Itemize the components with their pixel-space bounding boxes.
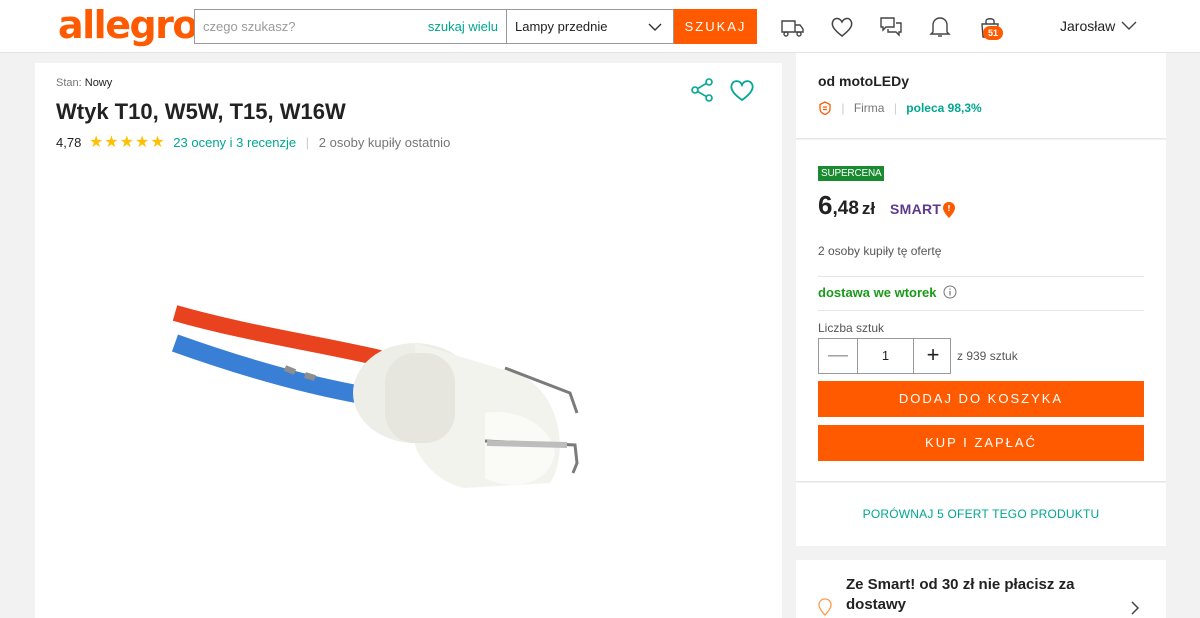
condition: Stan: Nowy: [56, 77, 112, 89]
chevron-down-icon[interactable]: [1120, 16, 1138, 34]
super-seller-icon: [819, 101, 831, 115]
quantity-decrease-button[interactable]: —: [819, 339, 857, 373]
bought-recently: 2 osoby kupiły ostatnio: [318, 135, 451, 150]
category-select-value: Lampy przednie: [515, 19, 608, 34]
supercena-badge: SUPERCENA: [818, 166, 885, 181]
smart-icon: !: [943, 202, 955, 218]
condition-label: Stan:: [56, 77, 82, 89]
chevron-right-icon[interactable]: [1128, 600, 1142, 616]
share-icon[interactable]: [689, 77, 715, 103]
delivery-text: dostawa we wtorek: [818, 285, 937, 300]
rating-row: 4,78 ★★★★★ 23 oceny i 3 recenzje | 2 oso…: [56, 132, 450, 152]
seller-name[interactable]: od motoLEDy: [818, 73, 909, 89]
svg-text:!: !: [947, 204, 951, 213]
search-button[interactable]: SZUKAJ: [674, 9, 757, 44]
add-to-cart-button[interactable]: DODAJ DO KOSZYKA: [818, 381, 1144, 417]
buy-now-button[interactable]: KUP I ZAPŁAĆ: [818, 425, 1144, 461]
separator: |: [893, 101, 897, 115]
quantity-available: z 939 sztuk: [957, 349, 1018, 363]
category-select[interactable]: Lampy przednie: [506, 9, 674, 44]
heart-icon[interactable]: [829, 14, 855, 40]
favorite-icon[interactable]: [728, 77, 756, 103]
chat-icon[interactable]: [878, 14, 904, 40]
bell-icon[interactable]: [927, 14, 953, 40]
quantity-increase-button[interactable]: +: [914, 339, 952, 373]
product-image[interactable]: [165, 193, 645, 613]
offer-panel: SUPERCENA 6,48 zł SMART ! 2 osoby kupiły …: [796, 140, 1166, 482]
price-integer: 6: [818, 190, 833, 220]
price-decimal: ,48: [832, 198, 859, 219]
search-many-link[interactable]: szukaj wielu: [428, 19, 498, 34]
condition-value: Nowy: [84, 77, 113, 89]
info-icon[interactable]: [943, 285, 957, 299]
smart-label: SMART: [890, 201, 942, 217]
rating-value: 4,78: [56, 135, 82, 150]
search-box[interactable]: szukaj wielu: [194, 9, 506, 44]
smart-icon: [818, 598, 832, 616]
user-menu[interactable]: Jarosław: [1060, 18, 1115, 34]
reviews-link[interactable]: 23 oceny i 3 recenzje: [173, 135, 296, 150]
smart-promo-text: Ze Smart! od 30 zł nie płacisz za dostaw…: [846, 576, 1075, 613]
search-input[interactable]: [195, 10, 420, 43]
truck-icon[interactable]: [779, 14, 805, 40]
price-currency: zł: [861, 199, 876, 218]
quantity-label: Liczba sztuk: [818, 321, 885, 335]
divider: [818, 310, 1144, 311]
seller-recommend[interactable]: poleca 98,3%: [906, 101, 981, 115]
seller-meta: | Firma | poleca 98,3%: [818, 101, 982, 115]
cart-count-badge: 51: [983, 26, 1003, 40]
divider: [818, 276, 1144, 277]
seller-panel: od motoLEDy | Firma | poleca 98,3%: [796, 53, 1166, 139]
compare-panel: PORÓWNAJ 5 OFERT TEGO PRODUKTU: [796, 483, 1166, 546]
quantity-input[interactable]: 1: [857, 339, 914, 373]
compare-offers-link[interactable]: PORÓWNAJ 5 OFERT TEGO PRODUKTU: [796, 507, 1166, 521]
product-title: Wtyk T10, W5W, T15, W16W: [56, 99, 346, 124]
rating-stars: ★★★★★: [88, 134, 166, 151]
bought-offer: 2 osoby kupiły tę ofertę: [818, 244, 942, 258]
separator: |: [305, 135, 310, 150]
quantity-stepper: — 1 +: [818, 338, 951, 374]
chevron-down-icon: [648, 23, 662, 31]
product-card: Stan: Nowy Wtyk T10, W5W, T15, W16W 4,78…: [35, 63, 782, 618]
price: 6,48 zł: [818, 190, 875, 221]
delivery-info: dostawa we wtorek: [818, 285, 957, 300]
smart-promo-panel[interactable]: Ze Smart! od 30 zł nie płacisz za dostaw…: [796, 560, 1166, 618]
seller-type: Firma: [853, 101, 885, 115]
top-header: allegro szukaj wielu Lampy przednie SZUK…: [0, 0, 1200, 53]
allegro-logo[interactable]: allegro: [58, 2, 199, 48]
separator: |: [841, 101, 845, 115]
